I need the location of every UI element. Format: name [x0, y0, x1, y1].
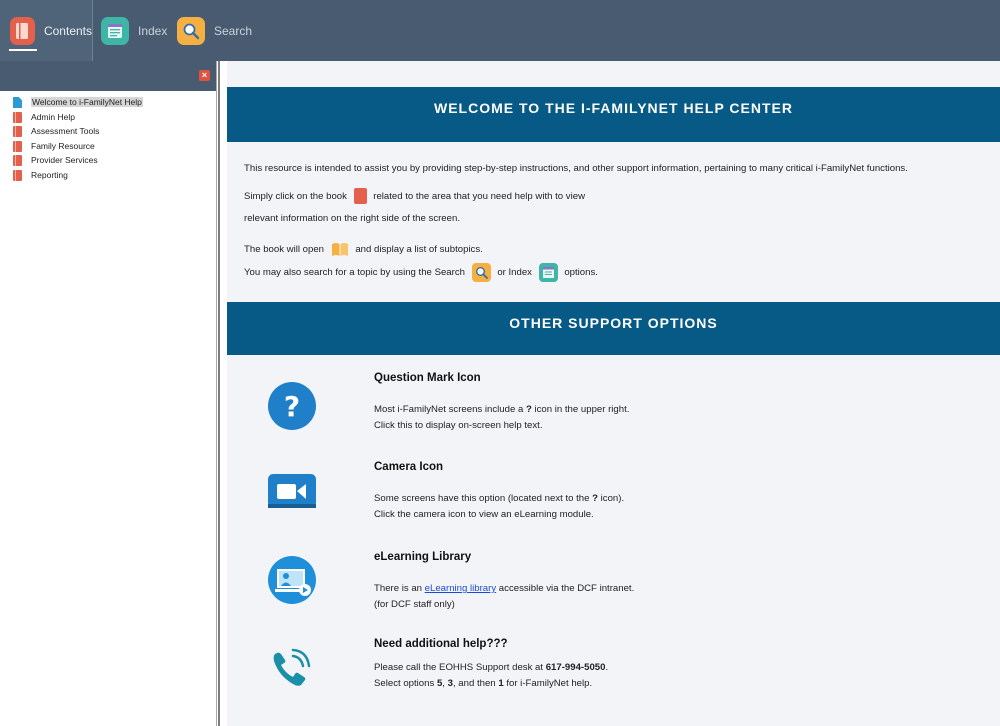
- contents-pane: × Welcome to i-FamilyNet Help Admin Help…: [0, 61, 216, 726]
- content-margin: [220, 61, 227, 726]
- toc-item-label: Provider Services: [31, 155, 98, 165]
- welcome-banner: WELCOME TO THE I-FAMILYNET HELP CENTER: [227, 87, 1000, 142]
- search-instruction-part2: or Index: [497, 267, 532, 279]
- option-text-part: There is an: [374, 583, 425, 594]
- toc-item-provider-services[interactable]: Provider Services: [0, 153, 216, 168]
- welcome-title: WELCOME TO THE I-FAMILYNET HELP CENTER: [434, 100, 793, 116]
- option-text-part: icon in the upper right.: [531, 404, 630, 415]
- other-support-banner: OTHER SUPPORT OPTIONS: [227, 302, 1000, 355]
- option-text-line2: Click this to display on-screen help tex…: [374, 420, 543, 431]
- help-content: WELCOME TO THE I-FAMILYNET HELP CENTER T…: [227, 61, 1000, 726]
- support-phone-number: 617-994-5050: [545, 662, 606, 673]
- book-instruction-part1: Simply click on the book: [244, 191, 347, 202]
- search-icon: [471, 263, 491, 282]
- option-description: Most i-FamilyNet screens include a ? ico…: [374, 402, 629, 434]
- option-text-part: accessible via the DCF intranet.: [496, 583, 635, 594]
- open-instruction-part1: The book will open: [244, 244, 324, 255]
- toolbar: Contents Index Search: [0, 0, 1000, 61]
- option-text-line2: Click the camera icon to view an eLearni…: [374, 509, 594, 520]
- toc-item-family-resource[interactable]: Family Resource: [0, 139, 216, 154]
- book-instruction-line2: relevant information on the right side o…: [244, 213, 460, 224]
- elearning-library-link[interactable]: eLearning library: [425, 583, 496, 594]
- search-instruction-part1: You may also search for a topic by using…: [244, 267, 465, 279]
- option-title: Need additional help???: [374, 638, 508, 650]
- option-text-part: , and then: [452, 678, 499, 689]
- option-text-part: Please call the EOHHS Support desk at: [374, 662, 546, 673]
- option-description: There is an eLearning library accessible…: [374, 581, 634, 613]
- toc-item-reporting[interactable]: Reporting: [0, 168, 216, 183]
- tab-contents[interactable]: Contents: [0, 0, 93, 61]
- book-icon: [13, 140, 22, 152]
- book-icon: [13, 169, 22, 181]
- toc-item-label: Assessment Tools: [31, 126, 100, 136]
- page-icon: [13, 97, 22, 108]
- option-title: Question Mark Icon: [374, 372, 481, 384]
- option-description: Some screens have this option (located n…: [374, 491, 624, 523]
- toc-item-label: Admin Help: [31, 111, 75, 122]
- search-instruction-part3: options.: [564, 267, 598, 279]
- intro-text: This resource is intended to assist you …: [244, 163, 908, 174]
- option-text-part: icon).: [598, 493, 625, 504]
- elearning-icon: [267, 555, 317, 605]
- open-instruction-part2: and display a list of subtopics.: [355, 244, 483, 255]
- tab-search-label: Search: [214, 23, 253, 38]
- other-support-title: OTHER SUPPORT OPTIONS: [509, 315, 718, 331]
- index-icon: [101, 16, 129, 45]
- book-icon: [13, 111, 22, 123]
- book-icon: [353, 188, 367, 205]
- option-text-part: for i-FamilyNet help.: [503, 678, 593, 689]
- book-icon: [10, 16, 35, 45]
- tab-search[interactable]: Search: [177, 0, 252, 61]
- svg-text:?: ?: [284, 390, 300, 423]
- option-text-line2: (for DCF staff only): [374, 599, 455, 610]
- option-text-part: Some screens have this option (located n…: [374, 493, 593, 504]
- option-title: eLearning Library: [374, 551, 472, 563]
- contents-pane-header: ×: [0, 61, 216, 91]
- table-of-contents: Welcome to i-FamilyNet Help Admin Help A…: [0, 91, 216, 182]
- book-icon: [13, 126, 22, 137]
- book-icon: [13, 155, 22, 166]
- toc-item-admin-help[interactable]: Admin Help: [0, 110, 216, 125]
- toc-item-label: Reporting: [31, 169, 68, 180]
- toc-item-assessment-tools[interactable]: Assessment Tools: [0, 124, 216, 139]
- tab-index[interactable]: Index: [101, 0, 167, 61]
- search-icon: [177, 16, 205, 45]
- toc-item-welcome[interactable]: Welcome to i-FamilyNet Help: [0, 95, 216, 110]
- close-icon[interactable]: ×: [199, 70, 210, 81]
- tab-index-label: Index: [138, 23, 168, 38]
- toc-item-label: Welcome to i-FamilyNet Help: [31, 97, 143, 107]
- option-title: Camera Icon: [374, 461, 444, 473]
- camera-icon: [267, 466, 317, 516]
- option-text-part: .: [605, 662, 609, 673]
- option-description: Please call the EOHHS Support desk at 61…: [374, 660, 608, 692]
- book-instruction-part2: related to the area that you need help w…: [373, 191, 585, 202]
- tab-contents-label: Contents: [43, 23, 92, 38]
- index-icon: [538, 263, 558, 282]
- book-instruction: Simply click on the book related to the …: [244, 188, 585, 205]
- open-book-instruction: The book will open and display a list of…: [244, 241, 483, 258]
- toc-item-label: Family Resource: [31, 140, 95, 151]
- phone-icon: [267, 644, 317, 694]
- open-book-icon: [331, 242, 349, 257]
- option-text-part: Select options: [374, 678, 437, 689]
- question-mark-icon: ?: [267, 381, 317, 431]
- option-text-part: Most i-FamilyNet screens include a: [374, 404, 526, 415]
- search-instruction: You may also search for a topic by using…: [244, 263, 598, 282]
